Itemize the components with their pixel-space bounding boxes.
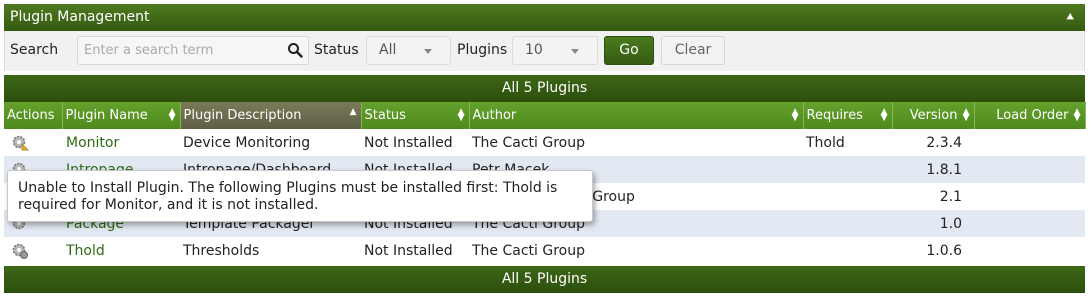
plugin-requires xyxy=(803,183,892,210)
column-header-plugin-name[interactable]: Plugin Name ▲ ▼ xyxy=(62,102,181,129)
search-input[interactable] xyxy=(78,37,278,64)
panel-title: Plugin Management xyxy=(10,9,150,25)
column-header-actions: Actions xyxy=(4,102,63,129)
column-header-author[interactable]: Author ▲ ▼ xyxy=(469,102,804,129)
plugin-name-link[interactable]: Thold xyxy=(65,243,105,259)
plugin-requires xyxy=(803,237,892,264)
install-plugin-icon[interactable] xyxy=(11,134,29,152)
plugin-requires xyxy=(803,156,892,183)
plugin-author: The Cacti Group xyxy=(469,237,803,264)
plugins-select-value: 10 xyxy=(525,42,543,58)
chevron-down-icon xyxy=(571,49,579,54)
sort-icon: ▲ ▼ xyxy=(457,107,465,123)
column-header-load-order[interactable]: Load Order ▲ ▼ xyxy=(974,102,1086,129)
sort-asc-icon: ▲ xyxy=(349,107,357,117)
plugin-load-order xyxy=(974,129,1085,156)
plugin-status: Not Installed xyxy=(361,129,469,156)
plugin-version: 2.3.4 xyxy=(892,129,974,156)
plugin-load-order xyxy=(974,237,1085,264)
plugin-load-order xyxy=(974,156,1085,183)
column-header-status[interactable]: Status ▲ ▼ xyxy=(361,102,470,129)
plugin-version: 1.0.6 xyxy=(892,237,974,264)
table-row: Monitor Device Monitoring Not Installed … xyxy=(4,129,1085,156)
plugins-label: Plugins xyxy=(457,42,508,58)
sort-icon: ▲ ▼ xyxy=(168,107,176,123)
go-button[interactable]: Go xyxy=(604,36,654,65)
chevron-down-icon xyxy=(424,49,432,54)
actions-cell xyxy=(4,129,62,156)
table-caption: All 5 Plugins xyxy=(4,75,1085,102)
plugin-version: 1.8.1 xyxy=(892,156,974,183)
column-header-version[interactable]: Version ▲ ▼ xyxy=(892,102,975,129)
plugin-requires: Thold xyxy=(803,129,892,156)
search-box[interactable] xyxy=(77,36,309,65)
install-error-tooltip: Unable to Install Plugin. The following … xyxy=(7,170,593,222)
plugin-name-link[interactable]: Monitor xyxy=(65,135,119,151)
status-select-value: All xyxy=(379,42,397,58)
double-chevron-up-icon[interactable]: ⯅ xyxy=(1065,4,1075,31)
status-select[interactable]: All xyxy=(366,36,451,65)
actions-cell xyxy=(4,237,62,264)
sort-icon: ▲ ▼ xyxy=(880,107,888,123)
plugin-version: 2.1 xyxy=(892,183,974,210)
plugin-version: 1.0 xyxy=(892,210,974,237)
search-icon[interactable] xyxy=(287,42,303,58)
plugin-description: Thresholds xyxy=(180,237,361,264)
sort-icon: ▲ ▼ xyxy=(962,107,970,123)
sort-icon: ▲ ▼ xyxy=(1073,107,1081,123)
column-header-requires[interactable]: Requires ▲ ▼ xyxy=(803,102,893,129)
plugin-author: The Cacti Group xyxy=(469,129,803,156)
sort-icon: ▲ ▼ xyxy=(791,107,799,123)
status-label: Status xyxy=(314,42,359,58)
table-header-row: Actions Plugin Name ▲ ▼ Plugin Description… xyxy=(4,102,1086,129)
plugin-requires xyxy=(803,210,892,237)
search-label: Search xyxy=(10,42,59,58)
plugin-load-order xyxy=(974,183,1085,210)
column-header-plugin-description[interactable]: Plugin Description ▲ xyxy=(180,102,362,129)
table-row: Thold Thresholds Not Installed The Cacti… xyxy=(4,237,1085,264)
panel-header: Plugin Management ⯅ xyxy=(4,4,1085,31)
plugin-status: Not Installed xyxy=(361,237,469,264)
clear-button[interactable]: Clear xyxy=(661,36,725,65)
plugin-load-order xyxy=(974,210,1085,237)
filter-bar: Search Status All Plugins 10 Go Clear xyxy=(4,31,1085,71)
plugin-description: Device Monitoring xyxy=(180,129,361,156)
install-plugin-icon[interactable] xyxy=(11,242,29,260)
table-footer-caption: All 5 Plugins xyxy=(4,266,1085,293)
plugins-per-page-select[interactable]: 10 xyxy=(512,36,598,65)
